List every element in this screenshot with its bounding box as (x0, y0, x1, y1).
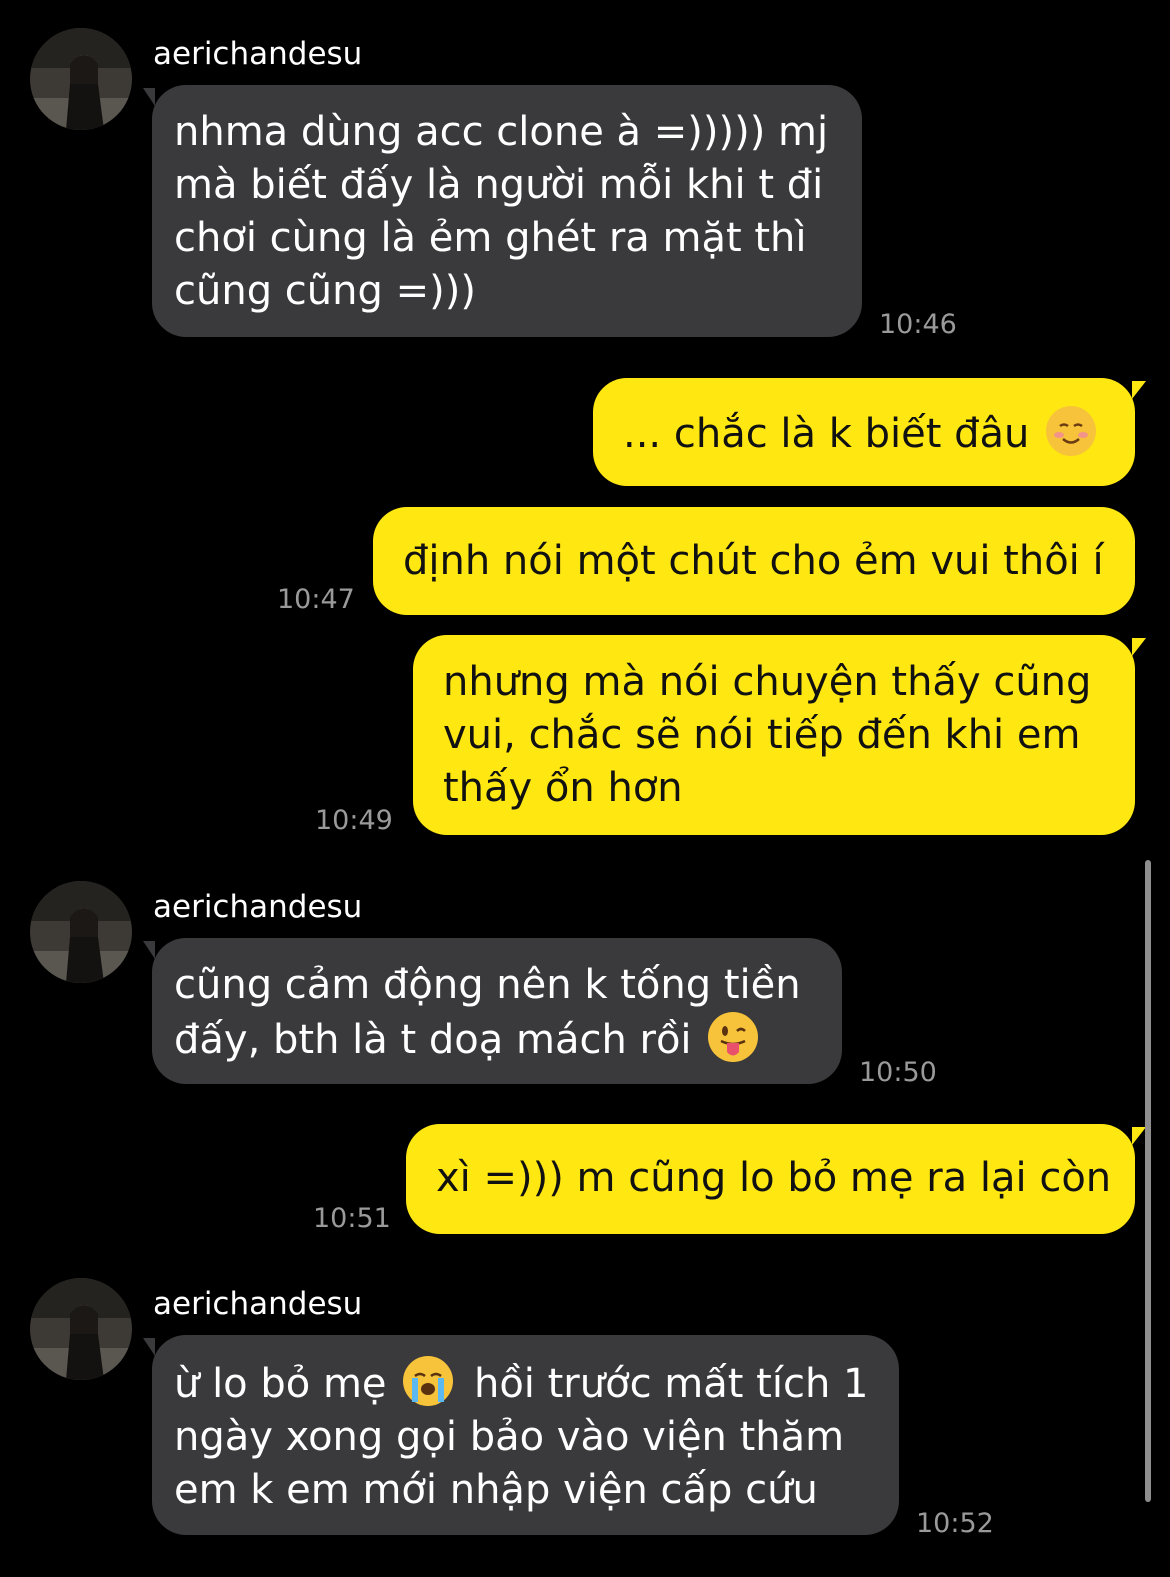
avatar-photo-icon (30, 1278, 132, 1380)
message-line: vui, chắc sẽ nói tiếp đến khi em (443, 712, 1081, 758)
message-line: thấy ổn hơn (443, 765, 683, 811)
message-line: em k em mới nhập viện cấp cứu (174, 1467, 818, 1513)
message-line: cũng cảm động nên k tống tiền (174, 962, 801, 1008)
contact-avatar[interactable] (30, 28, 132, 130)
message-line: nhma dùng acc clone à =))))) mj (174, 109, 829, 155)
crying-face-emoji (403, 1356, 454, 1406)
bubble-tail (143, 88, 155, 106)
sender-name: aerichandesu (153, 1286, 363, 1322)
bubble-tail (1132, 381, 1146, 399)
bubble-tail (1132, 1127, 1146, 1145)
avatar-photo-icon (30, 28, 132, 130)
incoming-message-bubble[interactable]: ừ lo bỏ mẹ hồi trước mất tích 1 ngày xon… (152, 1335, 899, 1535)
bubble-tail (143, 1338, 155, 1356)
bubble-tail (1132, 638, 1146, 656)
chat-thread[interactable]: aerichandesu nhma dùng acc clone à =))))… (0, 0, 1170, 1577)
message-line: cũng cũng =))) (174, 268, 476, 314)
outgoing-message-bubble[interactable]: định nói một chút cho ẻm vui thôi í (373, 507, 1135, 615)
avatar-photo-icon (30, 881, 132, 983)
sender-name: aerichandesu (153, 36, 363, 72)
message-text: ... chắc là k biết đâu (623, 411, 1030, 457)
message-timestamp: 10:49 (315, 805, 393, 836)
message-timestamp: 10:52 (916, 1508, 994, 1539)
smiling-face-emoji (1046, 406, 1097, 456)
contact-avatar[interactable] (30, 881, 132, 983)
message-timestamp: 10:51 (313, 1203, 391, 1234)
scrollbar[interactable] (1145, 860, 1151, 1502)
message-line: nhưng mà nói chuyện thấy cũng (443, 659, 1092, 705)
message-line: ngày xong gọi bảo vào viện thăm (174, 1414, 845, 1460)
contact-avatar[interactable] (30, 1278, 132, 1380)
tongue-out-emoji (708, 1012, 759, 1062)
message-timestamp: 10:50 (859, 1057, 937, 1088)
outgoing-message-bubble[interactable]: nhưng mà nói chuyện thấy cũng vui, chắc … (413, 635, 1135, 835)
message-timestamp: 10:46 (879, 309, 957, 340)
incoming-message-bubble[interactable]: nhma dùng acc clone à =))))) mj mà biết … (152, 85, 862, 337)
message-line: chơi cùng là ẻm ghét ra mặt thì (174, 215, 807, 261)
outgoing-message-bubble[interactable]: ... chắc là k biết đâu (593, 378, 1135, 486)
message-text: xì =))) m cũng lo bỏ mẹ ra lại còn (436, 1155, 1112, 1201)
bubble-tail (143, 941, 155, 959)
outgoing-message-bubble[interactable]: xì =))) m cũng lo bỏ mẹ ra lại còn (406, 1124, 1135, 1234)
message-line: hồi trước mất tích 1 (473, 1361, 869, 1407)
message-line: ừ lo bỏ mẹ (174, 1361, 387, 1407)
message-line: đấy, bth là t doạ mách rồi (174, 1017, 692, 1063)
incoming-message-bubble[interactable]: cũng cảm động nên k tống tiền đấy, bth l… (152, 938, 842, 1084)
sender-name: aerichandesu (153, 889, 363, 925)
message-timestamp: 10:47 (277, 584, 355, 615)
message-line: mà biết đấy là người mỗi khi t đi (174, 162, 824, 208)
message-text: định nói một chút cho ẻm vui thôi í (403, 538, 1104, 584)
